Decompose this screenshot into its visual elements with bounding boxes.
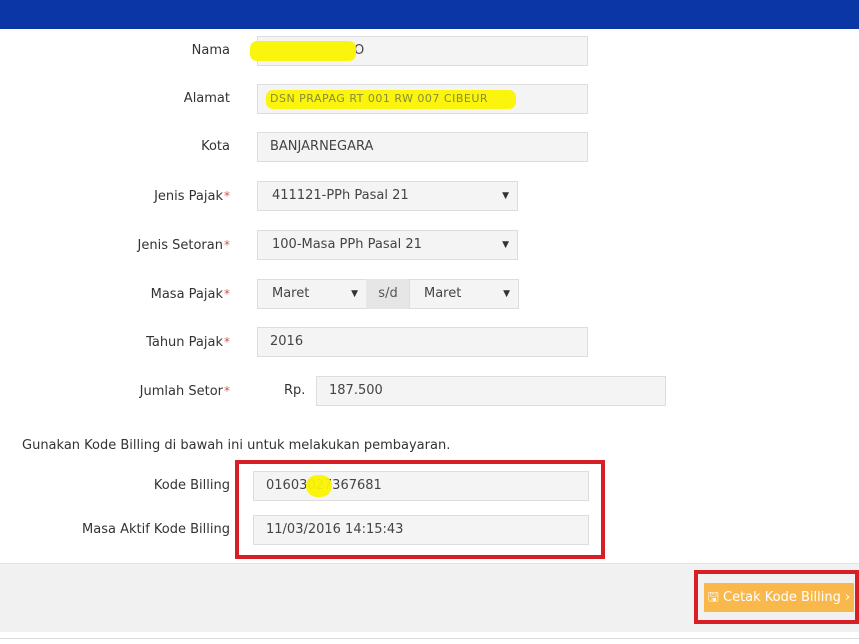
- billing-instruction-text: Gunakan Kode Billing di bawah ini untuk …: [22, 438, 451, 453]
- row-masa-pajak: Masa Pajak* Maret ▼ s/d Maret ▼: [0, 279, 859, 309]
- masa-aktif-label: Masa Aktif Kode Billing: [82, 522, 230, 537]
- dropdown-caret-icon: ▼: [351, 289, 358, 299]
- row-tahun-pajak: Tahun Pajak* 2016: [0, 327, 859, 357]
- tahun-pajak-label: Tahun Pajak*: [146, 335, 230, 350]
- annotation-box-button: [694, 570, 859, 624]
- jenis-pajak-label: Jenis Pajak*: [154, 189, 230, 204]
- redaction-highlight: [250, 41, 356, 61]
- top-navbar: [0, 0, 859, 29]
- alamat-value-obscured: DSN PRAPAG RT 001 RW 007 CIBEUR: [270, 92, 489, 105]
- masa-pajak-from-select[interactable]: Maret ▼: [257, 279, 367, 309]
- jenis-pajak-select[interactable]: 411121-PPh Pasal 21 ▼: [257, 181, 518, 211]
- annotation-box-billing: [235, 460, 605, 559]
- jumlah-setor-label: Jumlah Setor*: [139, 384, 230, 399]
- row-jenis-setoran: Jenis Setoran* 100-Masa PPh Pasal 21 ▼: [0, 230, 859, 260]
- currency-label: Rp.: [284, 383, 306, 398]
- jenis-setoran-select[interactable]: 100-Masa PPh Pasal 21 ▼: [257, 230, 518, 260]
- masa-pajak-to-value: Maret: [424, 286, 462, 301]
- jumlah-setor-field[interactable]: 187.500: [316, 376, 666, 406]
- row-jenis-pajak: Jenis Pajak* 411121-PPh Pasal 21 ▼: [0, 181, 859, 211]
- divider: [0, 638, 859, 639]
- jenis-pajak-value: 411121-PPh Pasal 21: [272, 188, 409, 203]
- row-nama: Nama O: [0, 36, 859, 66]
- masa-pajak-separator: s/d: [366, 279, 410, 309]
- row-kota: Kota BANJARNEGARA: [0, 132, 859, 162]
- dropdown-caret-icon: ▼: [503, 289, 510, 299]
- dropdown-caret-icon: ▼: [502, 191, 509, 201]
- kota-field[interactable]: BANJARNEGARA: [257, 132, 588, 162]
- masa-pajak-label: Masa Pajak*: [150, 287, 230, 302]
- row-alamat: Alamat DSN PRAPAG RT 001 RW 007 CIBEUR: [0, 84, 859, 114]
- kode-billing-label: Kode Billing: [153, 478, 230, 493]
- nama-label: Nama: [191, 43, 230, 58]
- kota-label: Kota: [201, 139, 230, 154]
- tahun-pajak-field[interactable]: 2016: [257, 327, 588, 357]
- masa-pajak-from-value: Maret: [272, 286, 310, 301]
- alamat-label: Alamat: [183, 91, 230, 106]
- dropdown-caret-icon: ▼: [502, 240, 509, 250]
- jenis-setoran-value: 100-Masa PPh Pasal 21: [272, 237, 422, 252]
- row-jumlah-setor: Jumlah Setor* Rp. 187.500: [0, 376, 859, 406]
- masa-pajak-to-select[interactable]: Maret ▼: [409, 279, 519, 309]
- jenis-setoran-label: Jenis Setoran*: [137, 238, 230, 253]
